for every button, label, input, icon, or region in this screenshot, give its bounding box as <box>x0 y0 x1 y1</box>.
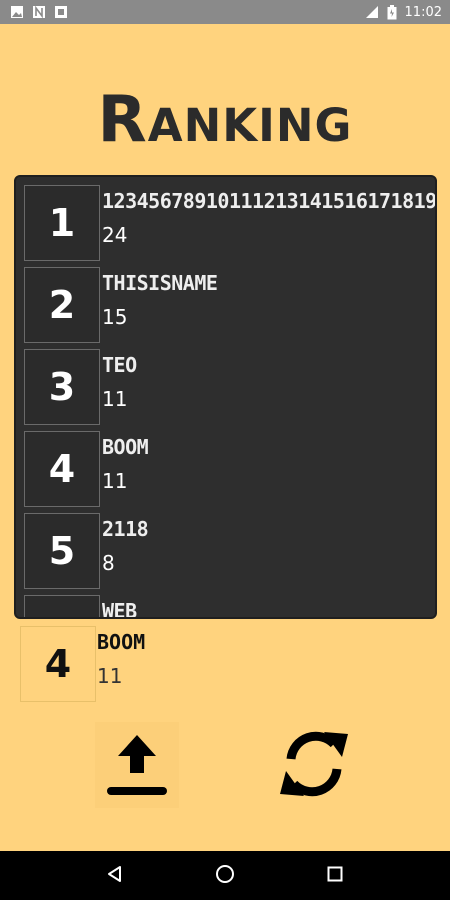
ranking-row: 1 12345678910111213141516171819 24 <box>24 185 435 267</box>
player-score: 24 <box>102 223 128 247</box>
player-name: 2118 <box>102 517 149 541</box>
player-score: 8 <box>102 551 115 575</box>
my-rank-name: BOOM <box>97 630 146 654</box>
status-time: 11:02 <box>404 4 442 20</box>
image-icon <box>10 5 24 19</box>
player-name: THISISNAME <box>102 271 218 295</box>
ranking-row: 4 BOOM 11 <box>24 431 435 513</box>
rank-number: 4 <box>24 431 100 507</box>
rank-number: 6 <box>24 595 100 617</box>
upload-icon <box>102 729 172 802</box>
refresh-icon <box>274 724 354 807</box>
rank-number: 5 <box>24 513 100 589</box>
back-icon <box>106 865 124 887</box>
my-rank-row: 4 BOOM 11 <box>20 626 440 704</box>
player-name: TEO <box>102 353 137 377</box>
home-button[interactable] <box>205 856 245 896</box>
battery-icon <box>387 4 397 20</box>
status-left-icons <box>10 5 68 19</box>
ranking-list: 1 12345678910111213141516171819 24 2 THISISN… <box>24 185 435 619</box>
navigation-bar <box>0 851 450 900</box>
refresh-button[interactable] <box>272 722 356 808</box>
page-title: Ranking <box>97 83 353 157</box>
my-rank-number: 4 <box>20 626 96 702</box>
rank-number: 1 <box>24 185 100 261</box>
home-icon <box>215 864 235 888</box>
signal-icon <box>365 5 379 19</box>
upload-button[interactable] <box>95 722 179 808</box>
player-name: BOOM <box>102 435 149 459</box>
back-button[interactable] <box>95 856 135 896</box>
status-right-icons: 11:02 <box>365 4 442 20</box>
status-bar: 11:02 <box>0 0 450 24</box>
ranking-list-panel[interactable]: 1 12345678910111213141516171819 24 2 THISISN… <box>14 175 437 619</box>
my-rank-score: 11 <box>97 664 123 688</box>
player-score: 15 <box>102 305 128 329</box>
ranking-row: 6WEB <box>24 595 435 619</box>
ranking-row: 5 2118 8 <box>24 513 435 595</box>
ranking-row: 3 TEO 11 <box>24 349 435 431</box>
n-icon <box>32 5 46 19</box>
recents-button[interactable] <box>315 856 355 896</box>
rank-number: 3 <box>24 349 100 425</box>
ranking-row: 2 THISISNAME 15 <box>24 267 435 349</box>
player-name: 12345678910111213141516171819 <box>102 189 435 213</box>
square-icon <box>54 5 68 19</box>
player-name: WEB <box>102 599 137 619</box>
recents-icon <box>326 865 344 887</box>
player-score: 11 <box>102 387 128 411</box>
player-score: 11 <box>102 469 128 493</box>
rank-number: 2 <box>24 267 100 343</box>
